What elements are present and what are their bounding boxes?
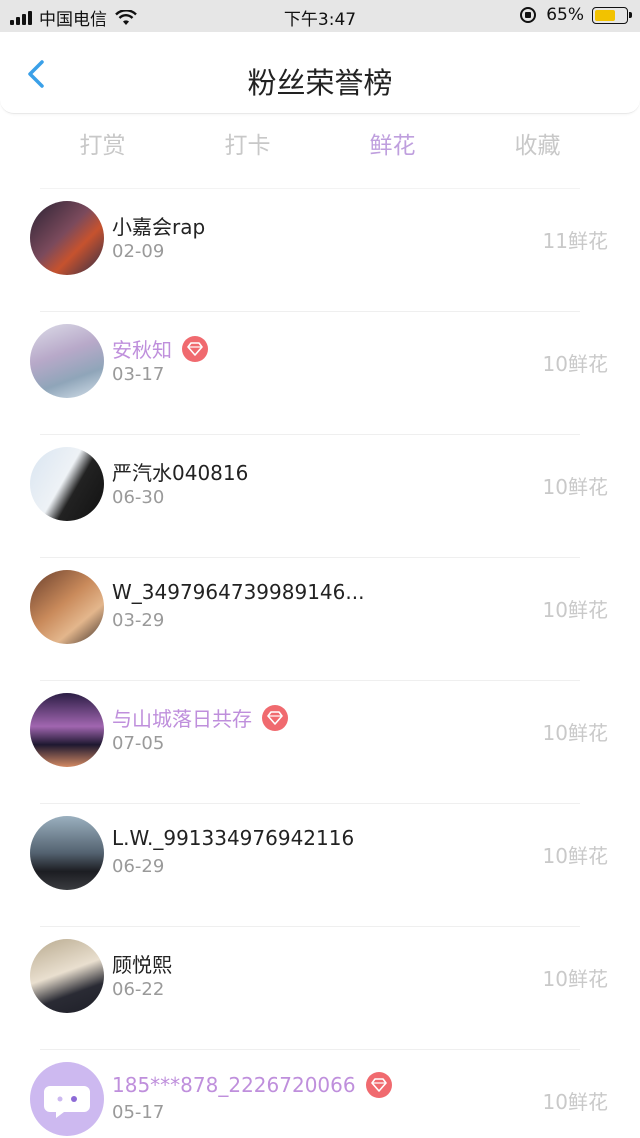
list-item[interactable]: 严汽水040816 06-30 10鲜花: [30, 434, 608, 557]
fan-name[interactable]: 与山城落日共存: [112, 703, 288, 732]
fan-name[interactable]: 185***878_2226720066: [112, 1072, 392, 1098]
fan-date: 03-29: [112, 610, 165, 631]
fan-date: 03-17: [112, 364, 165, 385]
fan-date: 07-05: [112, 733, 165, 754]
fan-name[interactable]: W_3497964739989146...: [112, 580, 364, 604]
fan-name-text: L.W._991334976942116: [112, 826, 355, 850]
fan-name[interactable]: 小嘉会rap: [112, 211, 205, 240]
flower-count: 10鲜花: [542, 475, 608, 499]
flower-count: 10鲜花: [542, 1090, 608, 1114]
flower-count: 10鲜花: [542, 352, 608, 376]
battery-fill: [595, 9, 615, 21]
avatar[interactable]: [30, 570, 104, 644]
fan-name[interactable]: L.W._991334976942116: [112, 826, 354, 850]
battery-icon: [592, 6, 632, 24]
fan-name-text: 185***878_2226720066: [112, 1073, 356, 1097]
diamond-badge-icon: [365, 1072, 392, 1098]
fan-name[interactable]: 顾悦熙: [112, 949, 172, 978]
orientation-lock-icon: [520, 7, 537, 23]
fan-name[interactable]: 安秋知: [112, 334, 208, 363]
avatar[interactable]: [30, 324, 104, 398]
avatar[interactable]: [30, 693, 104, 767]
fan-name-text: 与山城落日共存: [112, 707, 252, 731]
flower-count: 10鲜花: [542, 844, 608, 868]
tab-1[interactable]: 打卡: [175, 126, 320, 162]
fan-date: 06-29: [112, 856, 165, 877]
fan-name-text: 顾悦熙: [112, 953, 172, 977]
avatar[interactable]: [30, 447, 104, 521]
tab-bar: 打赏 打卡 鲜花 收藏: [30, 126, 610, 162]
diamond-badge-icon: [262, 704, 288, 731]
list-item[interactable]: 小嘉会rap 02-09 11鲜花: [30, 188, 608, 311]
fan-date: 05-17: [112, 1102, 165, 1123]
list-item[interactable]: L.W._991334976942116 06-29 10鲜花: [30, 803, 608, 926]
flower-count: 10鲜花: [542, 967, 608, 991]
list-item[interactable]: W_3497964739989146... 03-29 10鲜花: [30, 557, 608, 680]
tab-0[interactable]: 打赏: [30, 126, 175, 162]
list-item[interactable]: 顾悦熙 06-22 10鲜花: [30, 926, 608, 1049]
status-right: 65%: [520, 5, 632, 25]
list-item[interactable]: 与山城落日共存 07-05 10鲜花: [30, 680, 608, 803]
avatar[interactable]: [30, 1062, 104, 1136]
fan-date: 02-09: [112, 241, 165, 262]
fan-name-text: 严汽水040816: [112, 461, 249, 485]
fan-name-text: W_3497964739989146...: [112, 580, 365, 604]
page-title: 粉丝荣誉榜: [247, 66, 393, 100]
avatar[interactable]: [30, 939, 104, 1013]
diamond-badge-icon: [182, 335, 208, 362]
list-item[interactable]: 185***878_2226720066 05-17 10鲜花: [30, 1049, 608, 1138]
tab-2[interactable]: 鲜花: [320, 126, 465, 162]
fan-date: 06-22: [112, 979, 165, 1000]
status-bar: 中国电信 下午3:47 65%: [0, 0, 640, 32]
fan-name-text: 安秋知: [112, 338, 172, 362]
fan-name[interactable]: 严汽水040816: [112, 457, 248, 486]
avatar[interactable]: [30, 201, 104, 275]
avatar[interactable]: [30, 816, 104, 890]
nav-bar: 粉丝荣誉榜: [0, 32, 640, 114]
flower-count: 10鲜花: [542, 721, 608, 745]
flower-count: 11鲜花: [542, 229, 608, 253]
fan-date: 06-30: [112, 487, 165, 508]
fan-name-text: 小嘉会rap: [112, 215, 206, 239]
chat-bubble-icon: [44, 1086, 90, 1118]
fan-list: 小嘉会rap 02-09 11鲜花 安秋知 03-17 10鲜花 严汽水040816 06-3…: [0, 188, 640, 1138]
list-item[interactable]: 安秋知 03-17 10鲜花: [30, 311, 608, 434]
flower-count: 10鲜花: [542, 598, 608, 622]
battery-percent: 65%: [546, 5, 584, 25]
tab-3[interactable]: 收藏: [465, 126, 610, 162]
